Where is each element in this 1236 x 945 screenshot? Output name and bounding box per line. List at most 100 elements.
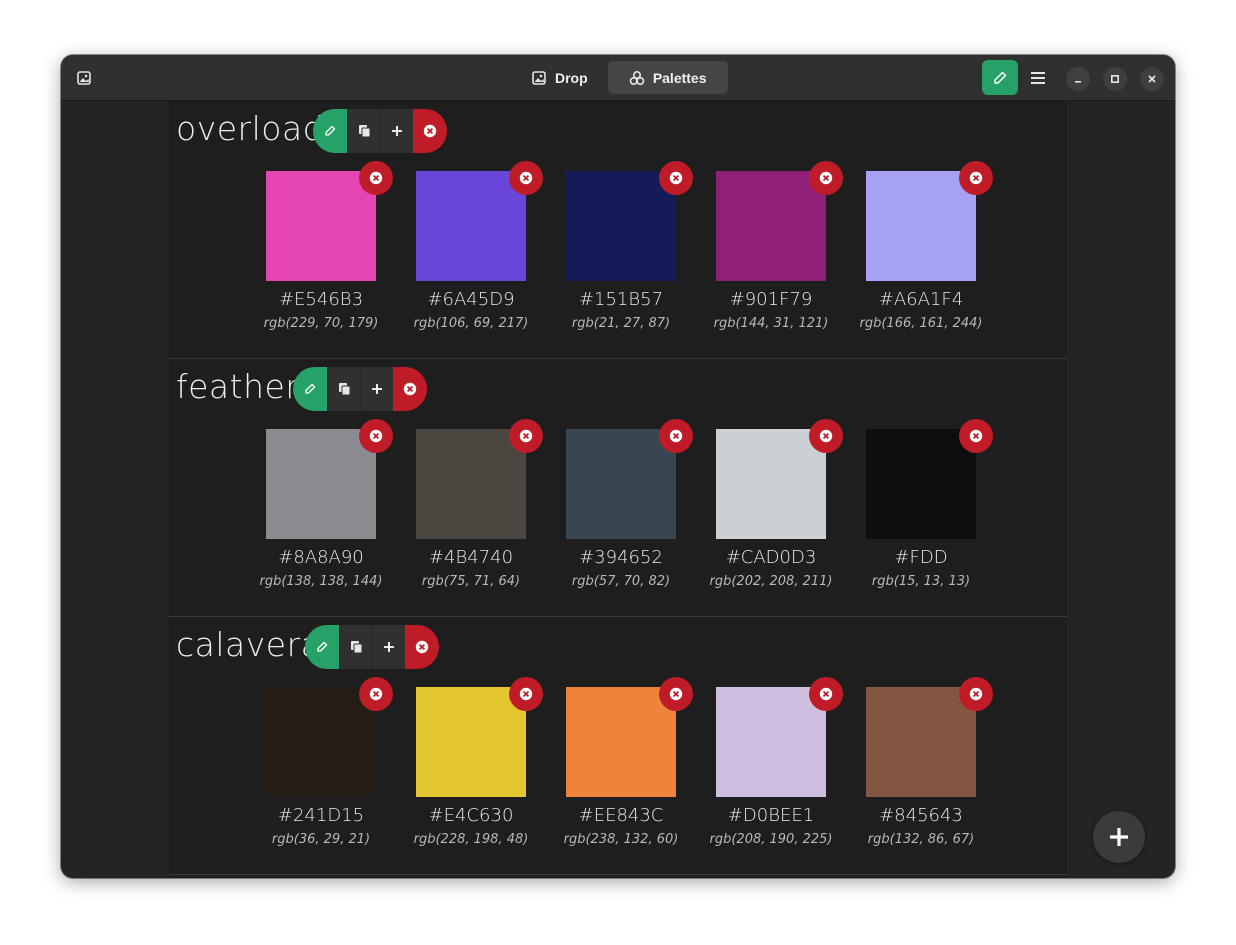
color-hex-label[interactable]: #241D15 bbox=[246, 805, 396, 826]
copy-palette-button[interactable] bbox=[347, 109, 380, 153]
color-hex-label[interactable]: #FDD bbox=[846, 547, 996, 568]
header-bar: Drop Palettes bbox=[61, 55, 1175, 101]
remove-color-button[interactable] bbox=[659, 161, 693, 195]
tab-label: Drop bbox=[555, 69, 588, 86]
color-hex-label[interactable]: #6A45D9 bbox=[396, 289, 546, 310]
close-icon bbox=[1148, 75, 1156, 83]
remove-color-button[interactable] bbox=[809, 161, 843, 195]
main-menu-button[interactable] bbox=[1023, 60, 1053, 95]
color-rgb-label[interactable]: rgb(106, 69, 217) bbox=[396, 316, 546, 331]
remove-color-button[interactable] bbox=[359, 419, 393, 453]
remove-color-button[interactable] bbox=[959, 161, 993, 195]
color-rgb-label[interactable]: rgb(15, 13, 13) bbox=[846, 574, 996, 589]
palettes-list[interactable]: overload #E546B3 rgb(229, 70, 179) #6A45D9 r… bbox=[169, 101, 1067, 878]
color-swatch[interactable] bbox=[416, 419, 543, 539]
color-swatch[interactable] bbox=[266, 419, 393, 539]
color-swatch[interactable] bbox=[416, 677, 543, 797]
color-hex-label[interactable]: #394652 bbox=[546, 547, 696, 568]
image-open-button[interactable] bbox=[69, 63, 99, 93]
maximize-icon bbox=[1110, 74, 1120, 84]
palette-actions bbox=[293, 367, 427, 411]
remove-icon bbox=[969, 429, 983, 443]
color-hex-label[interactable]: #4B4740 bbox=[396, 547, 546, 568]
color-hex-label[interactable]: #CAD0D3 bbox=[696, 547, 846, 568]
color-hex-label[interactable]: #EE843C bbox=[546, 805, 696, 826]
color-rgb-label[interactable]: rgb(238, 132, 60) bbox=[546, 832, 696, 847]
color-rgb-label[interactable]: rgb(138, 138, 144) bbox=[246, 574, 396, 589]
color-swatch[interactable] bbox=[416, 161, 543, 281]
remove-color-button[interactable] bbox=[959, 677, 993, 711]
color-swatch[interactable] bbox=[716, 677, 843, 797]
remove-color-button[interactable] bbox=[959, 419, 993, 453]
image-icon bbox=[77, 71, 91, 85]
pick-color-button[interactable] bbox=[982, 60, 1018, 95]
color-swatch[interactable] bbox=[566, 161, 693, 281]
color-rgb-label[interactable]: rgb(166, 161, 244) bbox=[846, 316, 996, 331]
color-hex-label[interactable]: #D0BEE1 bbox=[696, 805, 846, 826]
color-rgb-label[interactable]: rgb(229, 70, 179) bbox=[246, 316, 396, 331]
minimize-button[interactable] bbox=[1066, 67, 1090, 91]
color-item: #901F79 rgb(144, 31, 121) bbox=[696, 161, 846, 331]
color-hex-label[interactable]: #8A8A90 bbox=[246, 547, 396, 568]
color-rgb-label[interactable]: rgb(75, 71, 64) bbox=[396, 574, 546, 589]
color-hex-label[interactable]: #E546B3 bbox=[246, 289, 396, 310]
tab-drop[interactable]: Drop bbox=[517, 61, 602, 94]
color-rgb-label[interactable]: rgb(132, 86, 67) bbox=[846, 832, 996, 847]
remove-color-button[interactable] bbox=[359, 161, 393, 195]
color-rgb-label[interactable]: rgb(144, 31, 121) bbox=[696, 316, 846, 331]
remove-color-button[interactable] bbox=[509, 161, 543, 195]
remove-color-button[interactable] bbox=[509, 677, 543, 711]
color-item: #E4C630 rgb(228, 198, 48) bbox=[396, 677, 546, 847]
color-rgb-label[interactable]: rgb(21, 27, 87) bbox=[546, 316, 696, 331]
color-rgb-label[interactable]: rgb(202, 208, 211) bbox=[696, 574, 846, 589]
remove-color-button[interactable] bbox=[659, 419, 693, 453]
color-rgb-label[interactable]: rgb(36, 29, 21) bbox=[246, 832, 396, 847]
color-hex-label[interactable]: #E4C630 bbox=[396, 805, 546, 826]
color-item: #A6A1F4 rgb(166, 161, 244) bbox=[846, 161, 996, 331]
rename-palette-button[interactable] bbox=[305, 625, 339, 669]
remove-icon bbox=[669, 429, 683, 443]
color-swatch[interactable] bbox=[266, 161, 393, 281]
color-item: #394652 rgb(57, 70, 82) bbox=[546, 419, 696, 589]
color-hex-label[interactable]: #151B57 bbox=[546, 289, 696, 310]
color-swatch[interactable] bbox=[266, 677, 393, 797]
color-hex-label[interactable]: #A6A1F4 bbox=[846, 289, 996, 310]
image-icon bbox=[532, 70, 546, 85]
rename-palette-button[interactable] bbox=[313, 109, 347, 153]
color-swatch[interactable] bbox=[716, 419, 843, 539]
palette-name: feather bbox=[176, 367, 300, 406]
remove-palette-button[interactable] bbox=[393, 367, 427, 411]
palettes-icon bbox=[629, 70, 645, 85]
color-swatch[interactable] bbox=[716, 161, 843, 281]
color-swatch[interactable] bbox=[566, 419, 693, 539]
rename-palette-button[interactable] bbox=[293, 367, 327, 411]
color-hex-label[interactable]: #901F79 bbox=[696, 289, 846, 310]
remove-palette-button[interactable] bbox=[413, 109, 447, 153]
add-color-button[interactable] bbox=[380, 109, 413, 153]
close-window-button[interactable] bbox=[1140, 67, 1164, 91]
color-swatch[interactable] bbox=[566, 677, 693, 797]
remove-color-button[interactable] bbox=[359, 677, 393, 711]
remove-color-button[interactable] bbox=[659, 677, 693, 711]
remove-color-button[interactable] bbox=[809, 677, 843, 711]
copy-palette-button[interactable] bbox=[327, 367, 360, 411]
remove-color-button[interactable] bbox=[809, 419, 843, 453]
remove-color-button[interactable] bbox=[509, 419, 543, 453]
edit-icon bbox=[325, 125, 336, 136]
copy-palette-button[interactable] bbox=[339, 625, 372, 669]
color-swatch[interactable] bbox=[866, 677, 993, 797]
add-color-button[interactable] bbox=[372, 625, 405, 669]
remove-palette-button[interactable] bbox=[405, 625, 439, 669]
color-hex-label[interactable]: #845643 bbox=[846, 805, 996, 826]
color-swatch[interactable] bbox=[866, 161, 993, 281]
maximize-button[interactable] bbox=[1103, 67, 1127, 91]
remove-icon bbox=[369, 687, 383, 701]
color-rgb-label[interactable]: rgb(57, 70, 82) bbox=[546, 574, 696, 589]
add-palette-button[interactable] bbox=[1093, 811, 1145, 863]
add-color-button[interactable] bbox=[360, 367, 393, 411]
color-swatch[interactable] bbox=[866, 419, 993, 539]
tab-palettes[interactable]: Palettes bbox=[607, 61, 728, 94]
color-rgb-label[interactable]: rgb(208, 190, 225) bbox=[696, 832, 846, 847]
color-rgb-label[interactable]: rgb(228, 198, 48) bbox=[396, 832, 546, 847]
palette-name: overload bbox=[176, 109, 325, 148]
